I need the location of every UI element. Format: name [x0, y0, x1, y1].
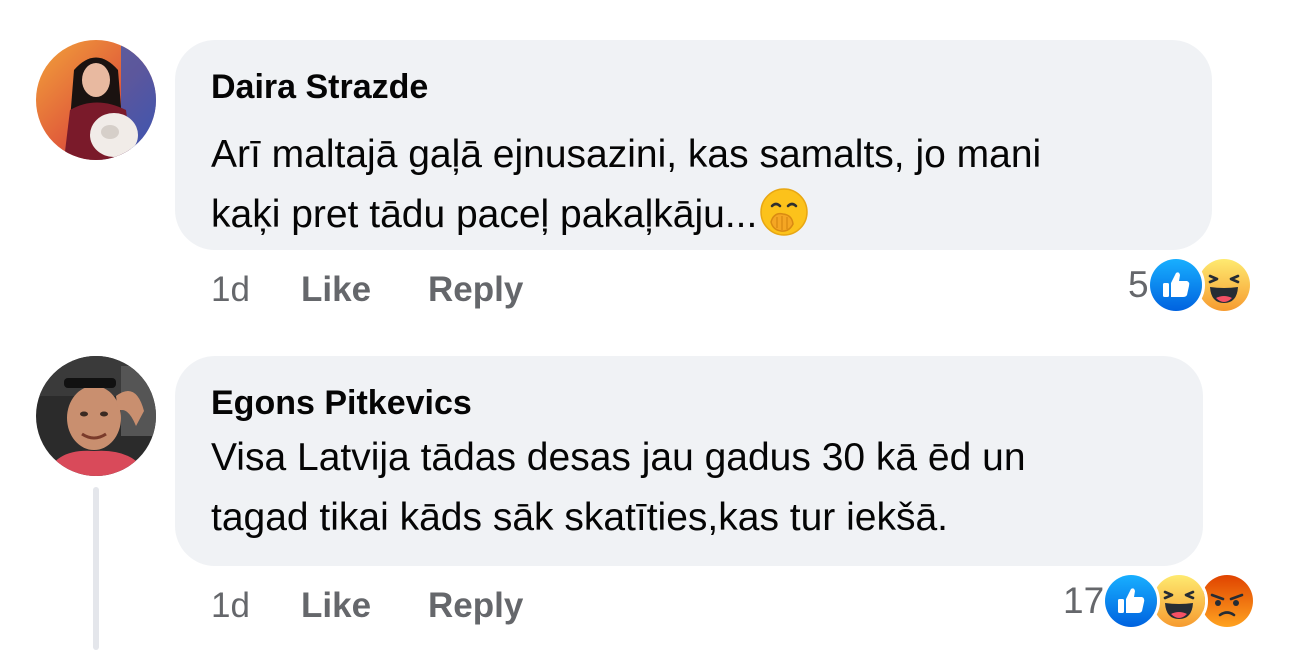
reaction-count: 17 — [1063, 580, 1105, 621]
comment-author[interactable]: Egons Pitkevics — [211, 384, 472, 423]
reaction-summary[interactable]: 17 — [1063, 572, 1257, 630]
comment-text-line: Visa Latvija tādas desas jau gadus 30 kā… — [211, 436, 1026, 479]
comment-bubble: Egons Pitkevics Visa Latvija tādas desas… — [175, 356, 1203, 566]
reply-button[interactable]: Reply — [428, 586, 523, 626]
like-button[interactable]: Like — [301, 270, 371, 310]
like-button[interactable]: Like — [301, 586, 371, 626]
avatar[interactable] — [36, 40, 156, 160]
reaction-count: 5 — [1128, 264, 1149, 305]
reaction-summary[interactable]: 5 — [1128, 256, 1253, 314]
comment-text-line: kaķi pret tādu paceļ pakaļkāju... — [211, 185, 1041, 255]
reply-button[interactable]: Reply — [428, 270, 523, 310]
comment-text-segment: kaķi pret tādu paceļ pakaļkāju... — [211, 193, 758, 236]
comment-timestamp[interactable]: 1d — [211, 586, 250, 626]
hand-over-mouth-icon — [759, 187, 809, 255]
comment-text-line: tagad tikai kāds sāk skatīties,kas tur i… — [211, 496, 949, 539]
like-reaction-icon — [1146, 256, 1205, 314]
comment-text: Arī maltajā gaļā ejnusazini, kas samalts… — [211, 125, 1041, 255]
avatar[interactable] — [36, 356, 156, 476]
comment-text-line: Arī maltajā gaļā ejnusazini, kas samalts… — [211, 133, 1042, 176]
thread-line — [93, 487, 99, 650]
comment-author[interactable]: Daira Strazde — [211, 68, 428, 107]
like-reaction-icon — [1102, 572, 1161, 630]
comment-bubble: Daira Strazde Arī maltajā gaļā ejnusazin… — [175, 40, 1212, 250]
comment-timestamp[interactable]: 1d — [211, 270, 250, 310]
comment-text: Visa Latvija tādas desas jau gadus 30 kā… — [211, 428, 1026, 548]
